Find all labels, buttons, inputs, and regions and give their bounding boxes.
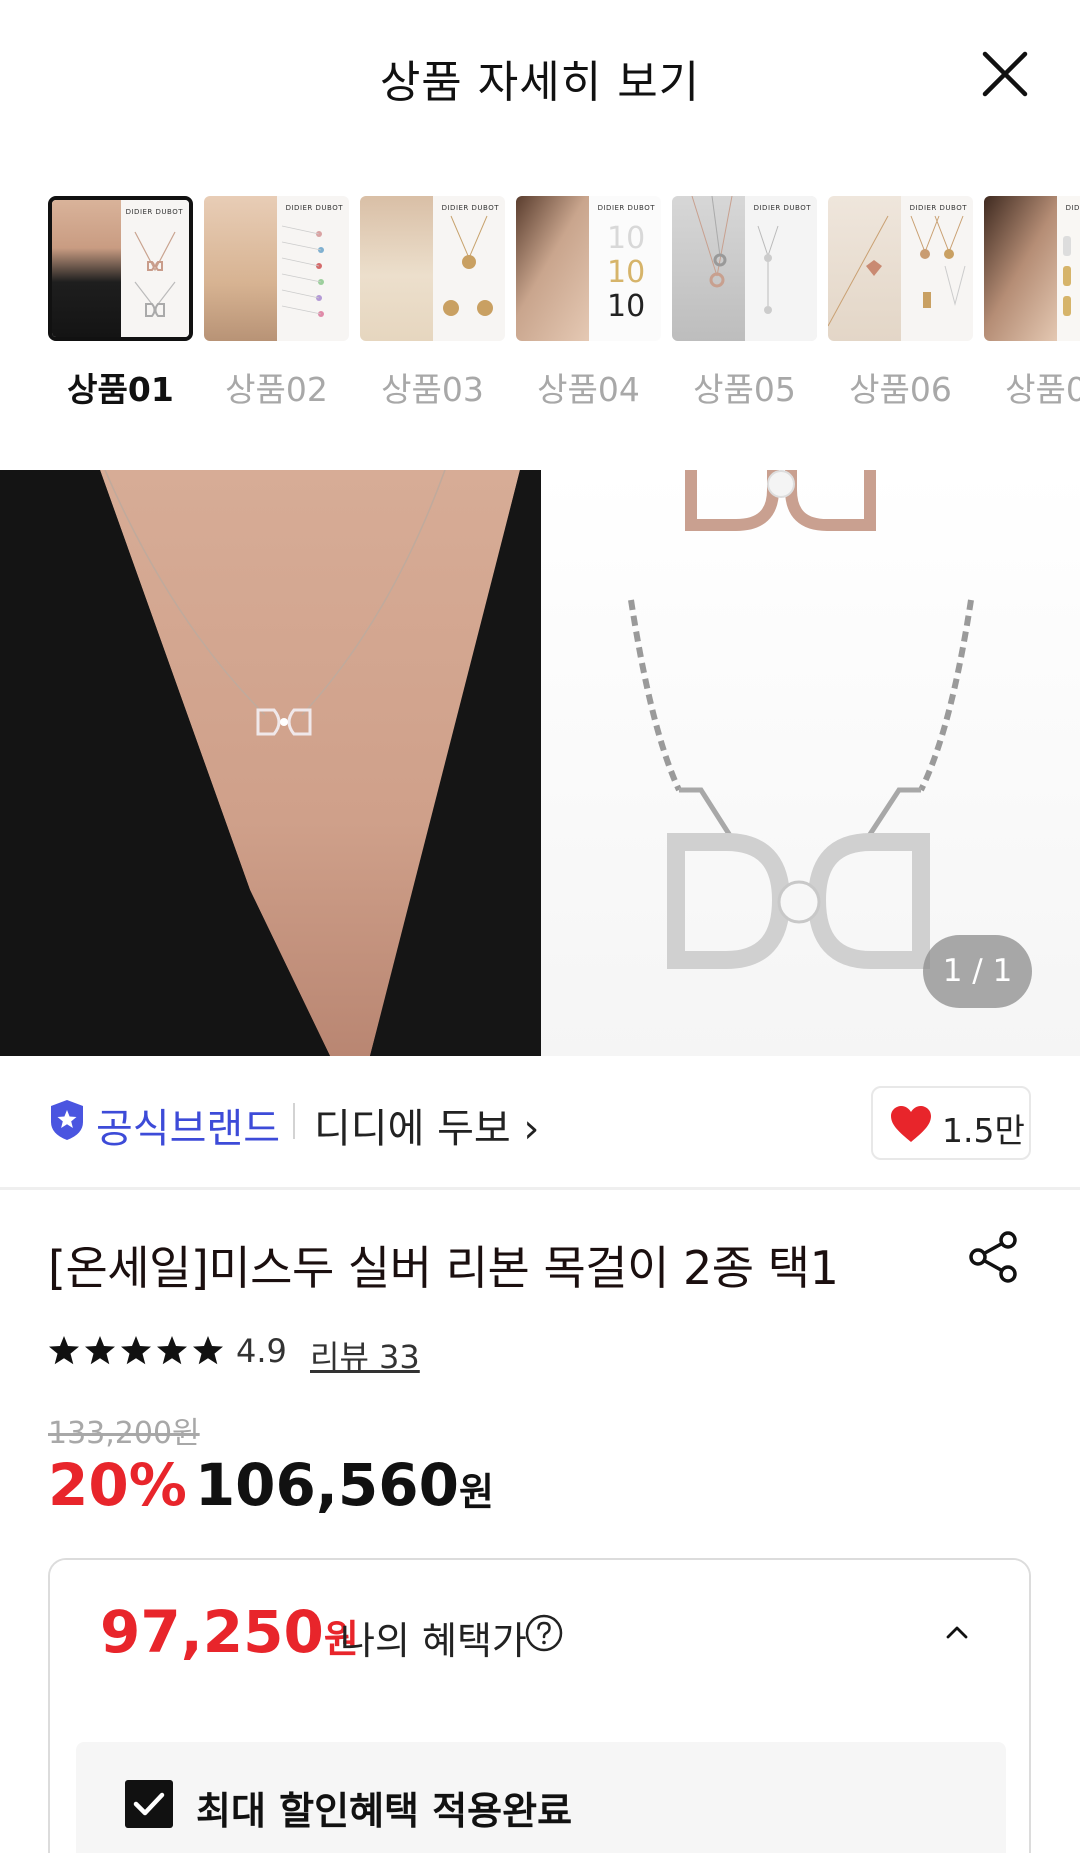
thumbnail-image: DIDIER DUBOT	[48, 196, 193, 341]
brand-watermark: DIDIER DUBOT	[909, 204, 967, 212]
review-link[interactable]: 리뷰 33	[310, 1332, 420, 1378]
thumbnail-image: DIDIER DUBOT	[828, 196, 973, 341]
official-brand-label: 공식브랜드	[96, 1106, 280, 1152]
discount-rate: 20%	[48, 1451, 187, 1519]
star-icon	[157, 1336, 187, 1365]
brand-watermark: DIDIER DUBOT	[597, 204, 655, 212]
thumbnail-label: 상품02	[225, 370, 328, 409]
svg-text:10: 10	[607, 255, 645, 290]
like-count: 1.5만	[942, 1111, 1025, 1150]
sale-price: 106,560	[194, 1451, 459, 1519]
brand-row: 공식브랜드 디디에 두보 › 1.5만	[0, 1056, 1080, 1190]
star-icon	[121, 1336, 151, 1365]
model-photo	[0, 470, 541, 1056]
shield-icon	[51, 1100, 83, 1140]
benefit-panel: 97,250원 나의 혜택가 최대 할인혜택 적용완료	[48, 1558, 1031, 1853]
thumbnail-label: 상품06	[849, 370, 952, 409]
thumbnail-image: DIDIER DUBOT	[672, 196, 817, 341]
like-button[interactable]: 1.5만	[871, 1086, 1031, 1160]
close-icon	[982, 51, 1028, 97]
benefit-header[interactable]: 97,250원 나의 혜택가	[50, 1560, 1029, 1705]
thumbnail-label: 상품04	[537, 370, 640, 409]
rating-value: 4.9	[236, 1332, 287, 1370]
star-rating	[48, 1334, 228, 1366]
currency-unit: 원	[459, 1470, 494, 1514]
brand-watermark: DIDIER DUBOT	[285, 204, 343, 212]
product-title: [온세일]미스두 실버 리본 목걸이 2종 택1	[48, 1241, 839, 1295]
benefit-price: 97,250원	[100, 1598, 359, 1666]
thumbnail-image: 10 10 10 DIDIER DUBOT	[516, 196, 661, 341]
benefit-label: 나의 혜택가	[340, 1619, 527, 1663]
brand-watermark: DIDIER DUBOT	[441, 204, 499, 212]
price-row: 20% 106,560원	[48, 1451, 494, 1521]
thumbnail-label: 상품01	[67, 370, 174, 409]
brand-name-link[interactable]: 디디에 두보 ›	[314, 1096, 539, 1154]
star-icon	[49, 1336, 79, 1365]
brand-watermark: DIDIER DUBOT	[1065, 204, 1080, 212]
star-icon	[193, 1336, 223, 1365]
thumbnail-label: 상품05	[693, 370, 796, 409]
product-image-gallery[interactable]	[0, 470, 1080, 1056]
benefit-detail: 최대 할인혜택 적용완료	[76, 1742, 1006, 1853]
heart-icon	[891, 1106, 931, 1142]
share-icon[interactable]	[964, 1228, 1022, 1286]
brand-watermark: DIDIER DUBOT	[125, 208, 183, 216]
thumbnail-item[interactable]: DIDIER DUBOT 상품03	[360, 196, 505, 411]
thumbnail-image: DIDIER DUBOT	[984, 196, 1080, 341]
thumbnail-item[interactable]: DIDIER DUBOT 상품05	[672, 196, 817, 411]
svg-text:10: 10	[607, 289, 645, 324]
image-page-counter: 1 / 1	[923, 935, 1032, 1008]
thumbnail-item[interactable]: 10 10 10 DIDIER DUBOT 상품04	[516, 196, 661, 411]
check-icon	[133, 1792, 165, 1816]
thumbnail-item[interactable]: DIDIER DUBOT 상품01	[48, 196, 193, 411]
svg-text:10: 10	[607, 221, 645, 256]
page-title: 상품 자세히 보기	[379, 57, 701, 108]
thumbnail-strip: DIDIER DUBOT 상품01 DIDIER DUBOT 상품02 DIDI…	[0, 196, 1080, 426]
chevron-up-icon[interactable]	[943, 1618, 971, 1646]
thumbnail-item[interactable]: DIDIER DUBOT 상품02	[204, 196, 349, 411]
brand-watermark: DIDIER DUBOT	[753, 204, 811, 212]
benefit-price-value: 97,250	[100, 1598, 324, 1666]
header: 상품 자세히 보기	[0, 0, 1080, 150]
original-price: 133,200원	[48, 1416, 200, 1451]
close-button[interactable]	[975, 44, 1035, 104]
checkbox-label: 최대 할인혜택 적용완료	[196, 1789, 573, 1833]
star-icon	[85, 1336, 115, 1365]
thumbnail-item[interactable]: DIDIER DUBOT 상품07	[984, 196, 1080, 411]
thumbnail-image: DIDIER DUBOT	[204, 196, 349, 341]
thumbnail-item[interactable]: DIDIER DUBOT 상품06	[828, 196, 973, 411]
thumbnail-label: 상품03	[381, 370, 484, 409]
help-icon[interactable]	[524, 1613, 564, 1653]
divider	[293, 1103, 295, 1139]
max-discount-checkbox[interactable]	[125, 1780, 173, 1828]
thumbnail-label: 상품07	[1005, 370, 1080, 409]
thumbnail-image: DIDIER DUBOT	[360, 196, 505, 341]
